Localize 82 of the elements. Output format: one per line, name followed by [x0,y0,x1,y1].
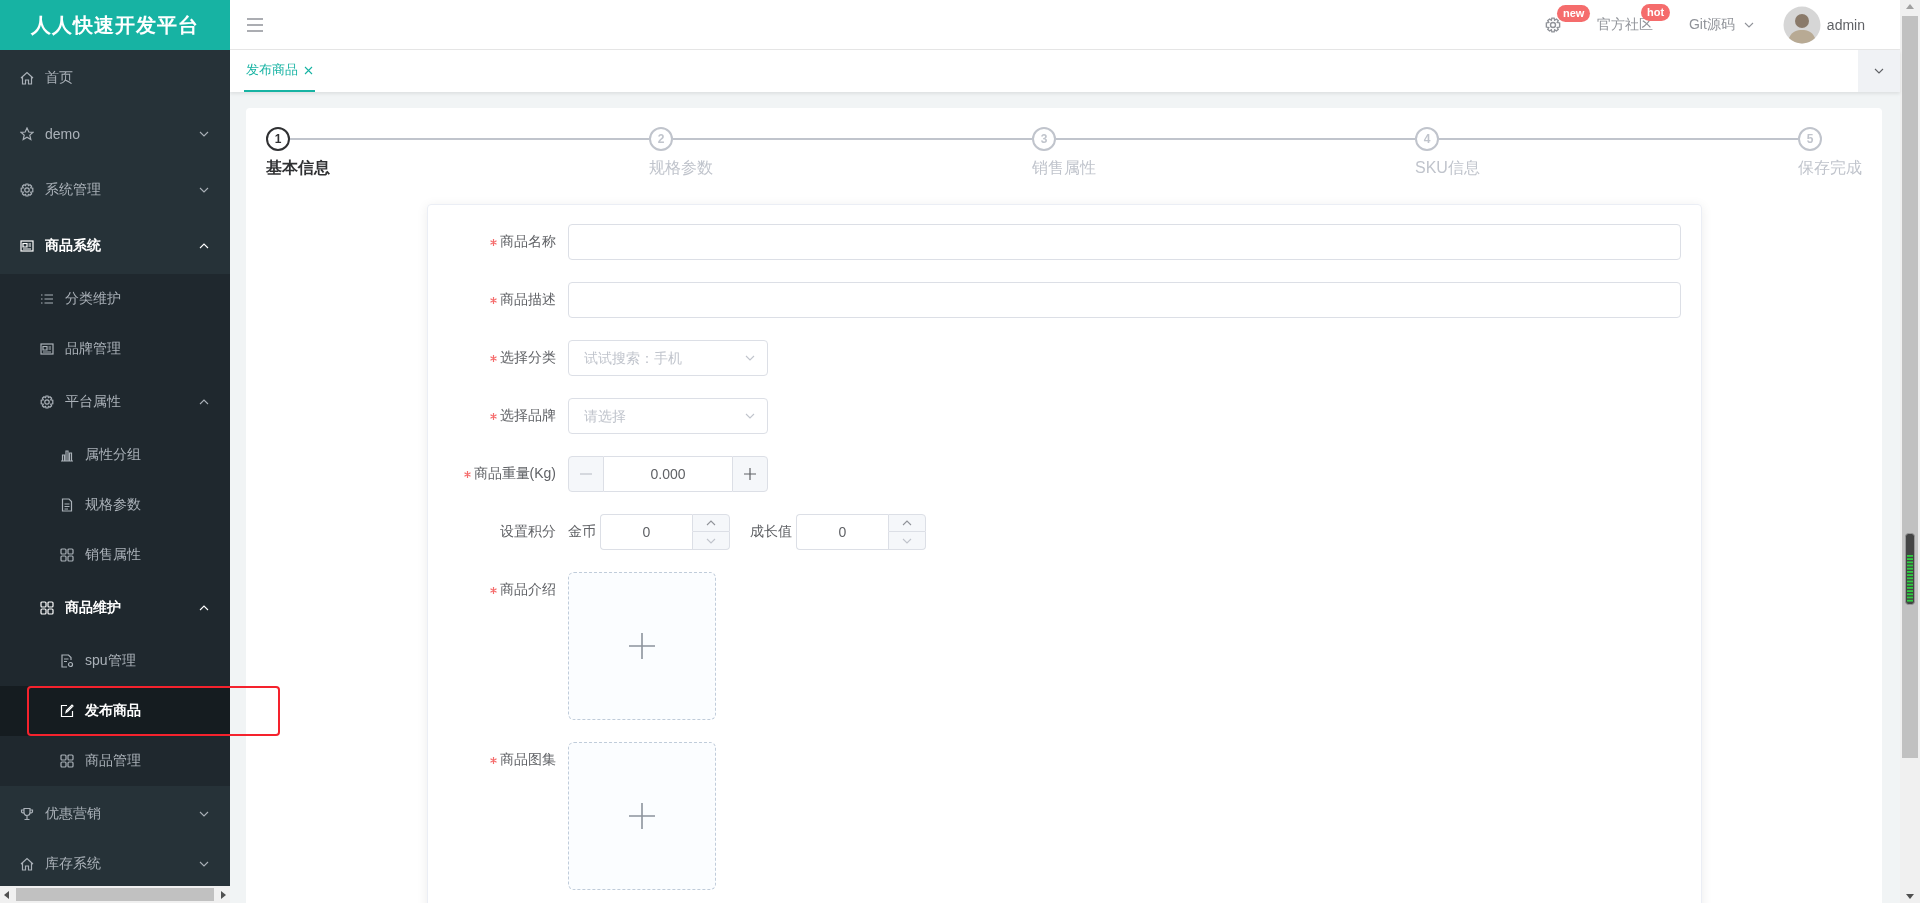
menu-item[interactable]: 销售属性 [0,530,230,580]
decrement-button[interactable] [692,532,730,550]
close-icon[interactable] [304,65,313,75]
decrement-button[interactable] [888,532,926,550]
text-field[interactable] [568,224,1681,260]
document-gear-icon [60,654,74,668]
home-icon [20,857,34,871]
scrollbar-thumb[interactable] [16,888,214,901]
menu-item[interactable]: 库存系统 [0,842,230,886]
logo-text: 人人快速开发平台 [31,12,199,38]
field-label: 设置积分 [500,523,556,541]
step-number: 1 [266,127,290,151]
star-icon [20,127,34,141]
document-icon [60,498,74,512]
upload-box[interactable] [568,572,716,720]
menu-item[interactable]: 商品维护 [0,580,230,636]
number-field[interactable]: 0 [796,514,888,550]
select-field[interactable]: 请选择 [568,398,768,434]
menu-item[interactable]: 平台属性 [0,374,230,430]
step-number: 2 [649,127,673,151]
step-number: 4 [1415,127,1439,151]
tabs-menu-button[interactable] [1858,50,1900,92]
step-title: 规格参数 [649,158,714,178]
gear-icon [20,183,34,197]
step-title: 基本信息 [266,158,331,178]
trophy-icon [20,807,34,821]
step-number: 3 [1032,127,1056,151]
text-field[interactable] [568,282,1681,318]
field-label: 选择分类 [500,349,556,367]
field-label: 商品图集 [500,751,556,769]
edit-icon [60,704,74,718]
step-title: SKU信息 [1415,158,1481,178]
field-label: 选择品牌 [500,407,556,425]
level-meter-icon [1905,533,1915,605]
menu-item[interactable]: 发布商品 [0,686,230,736]
plus-icon [743,467,757,481]
menu-item[interactable]: demo [0,106,230,162]
step-title: 保存完成 [1798,158,1862,178]
menu-item[interactable]: 分类维护 [0,274,230,324]
increment-button[interactable] [692,514,730,532]
menu-item[interactable]: 商品管理 [0,736,230,786]
badge: new [1556,4,1591,22]
avatar[interactable] [1782,5,1821,44]
bar-chart-icon [60,448,74,462]
settings-icon[interactable] [1544,16,1561,33]
grid-icon [60,548,74,562]
field-label: 金币 [568,523,596,541]
list-icon [40,292,54,306]
increment-button[interactable] [888,514,926,532]
menu-item[interactable]: 品牌管理 [0,324,230,374]
field-label: 商品重量(Kg) [473,465,556,483]
number-field[interactable]: 0.000 [604,456,732,492]
grid-icon [40,601,54,615]
field-label: 成长值 [750,523,792,541]
select-field[interactable]: 试试搜索：手机 [568,340,768,376]
step-number: 5 [1798,127,1822,151]
number-field[interactable]: 0 [600,514,692,550]
plus-icon [628,802,656,830]
horizontal-scrollbar[interactable] [0,886,230,903]
card-icon [40,342,54,356]
field-label: 商品描述 [500,291,556,309]
menu-icon[interactable] [246,16,264,33]
field-label: 商品名称 [500,233,556,251]
home-icon [20,71,34,85]
menu-item[interactable]: 规格参数 [0,480,230,530]
grid-icon [60,754,74,768]
menu-item[interactable]: spu管理 [0,636,230,686]
plus-icon [628,632,656,660]
menu-item[interactable]: 优惠营销 [0,786,230,842]
minus-button[interactable] [568,456,604,492]
user-name[interactable]: admin [1826,16,1865,33]
menu-item[interactable]: 首页 [0,50,230,106]
plus-button[interactable] [732,456,768,492]
menu-item[interactable]: 商品系统 [0,218,230,274]
menu-item[interactable]: 系统管理 [0,162,230,218]
menu-item[interactable]: 属性分组 [0,430,230,480]
scrollbar-thumb[interactable] [1902,16,1918,758]
field-label: 商品介绍 [500,581,556,599]
gear-icon [40,395,54,409]
card-icon [20,239,34,253]
upload-box[interactable] [568,742,716,890]
step-title: 销售属性 [1032,158,1097,178]
